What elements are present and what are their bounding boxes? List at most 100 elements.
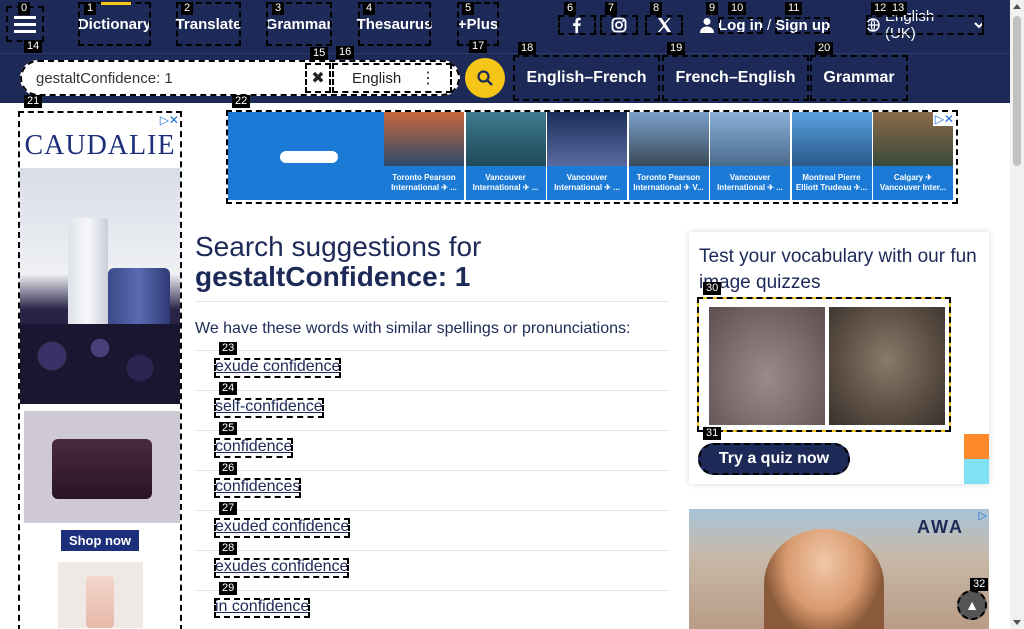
suggestion-link[interactable]: in confidence xyxy=(214,598,311,618)
video-ad-person xyxy=(764,529,884,629)
search-icon xyxy=(477,70,493,86)
page-scrollbar[interactable] xyxy=(1010,0,1024,629)
marker-tag: 9 xyxy=(706,2,719,15)
ad-destination-tile[interactable]: Vancouver International ✈ ... xyxy=(465,112,546,200)
scroll-up-arrow[interactable] xyxy=(1013,4,1021,9)
language-selector[interactable]: English (UK) xyxy=(866,8,984,42)
marker-tag: 25 xyxy=(219,422,238,435)
ad-choices-icon[interactable]: ▷✕ xyxy=(932,112,956,126)
suggestion-link[interactable]: confidence xyxy=(214,438,294,458)
menu-icon-bar xyxy=(14,15,36,19)
try-quiz-button[interactable]: Try a quiz now xyxy=(698,443,850,475)
facebook-icon xyxy=(573,17,581,33)
marker-tag: 14 xyxy=(24,40,43,53)
marker-tag: 19 xyxy=(667,42,686,55)
marker-tag: 20 xyxy=(815,42,834,55)
ad-destination-photo xyxy=(465,112,546,166)
ad-choices-icon[interactable]: ▷✕ xyxy=(160,113,179,127)
x-link[interactable] xyxy=(645,15,683,35)
video-ad[interactable]: AWA ▷ xyxy=(689,509,989,629)
search-button[interactable] xyxy=(465,58,505,98)
divider xyxy=(195,301,669,302)
scroll-to-top-button[interactable]: ▲ xyxy=(957,590,987,620)
ad-destination-tile[interactable]: Vancouver International ✈ ... xyxy=(547,112,627,200)
signup-link[interactable]: Sign up xyxy=(775,16,831,34)
login-link[interactable]: Log in xyxy=(718,16,763,34)
marker-tag: 8 xyxy=(650,2,663,15)
marker-tag: 32 xyxy=(970,578,989,591)
ad-destination-tile[interactable]: Montreal Pierre Elliott Trudeau ✈... xyxy=(791,112,872,200)
ad-choices-icon[interactable]: ▷ xyxy=(979,509,987,522)
marker-tag: 23 xyxy=(219,342,238,355)
page-heading: Search suggestions for gestaltConfidence… xyxy=(195,232,675,292)
ad-product-bottle xyxy=(68,218,108,328)
marker-tag: 2 xyxy=(181,2,194,15)
marker-tag: 12 xyxy=(871,2,890,15)
sublink-english-french[interactable]: English–French xyxy=(513,55,660,101)
marker-tag: 16 xyxy=(336,46,355,59)
ad-destination-tile[interactable]: Toronto Pearson International ✈ V... xyxy=(628,112,709,200)
ad-product-berries xyxy=(20,324,180,404)
marker-tag: 18 xyxy=(518,42,537,55)
marker-tag: 30 xyxy=(703,282,722,295)
marker-tag: 7 xyxy=(605,2,618,15)
heading-prefix: Search suggestions for xyxy=(195,231,482,262)
ad-destination-tile[interactable]: Toronto Pearson International ✈ ... xyxy=(384,112,464,200)
marker-tag: 29 xyxy=(219,582,238,595)
ad-product-jar xyxy=(108,268,170,328)
facebook-link[interactable] xyxy=(558,15,596,35)
sublink-french-english[interactable]: French–English xyxy=(662,55,809,101)
shop-now-button[interactable]: Shop now xyxy=(61,530,139,551)
widget-cyan[interactable] xyxy=(964,459,989,484)
sublink-grammar[interactable]: Grammar xyxy=(810,55,908,101)
ad-destination-tile[interactable]: Vancouver International ✈ ... xyxy=(710,112,790,200)
auth-separator: / xyxy=(767,16,772,34)
suggestion-link[interactable]: exuded confidence xyxy=(214,518,351,538)
quiz-image-link[interactable] xyxy=(697,297,951,432)
ad-destination-caption: Calgary ✈ Vancouver Inter... xyxy=(873,166,953,200)
globe-icon xyxy=(866,18,880,32)
quiz-title: Test your vocabulary with our fun image … xyxy=(699,246,977,293)
more-vertical-icon: ⋮ xyxy=(420,70,436,87)
ad-product-image xyxy=(20,168,180,404)
ad-logo-box xyxy=(228,112,384,200)
instagram-link[interactable] xyxy=(600,15,638,35)
marker-tag: 13 xyxy=(889,2,908,15)
divider xyxy=(195,430,669,431)
marker-tag: 27 xyxy=(219,502,238,515)
heading-query: gestaltConfidence: 1 xyxy=(195,261,471,292)
ad-destination-photo xyxy=(710,112,790,166)
chevron-down-icon xyxy=(974,22,984,29)
marker-tag: 10 xyxy=(728,2,747,15)
suggestion-link[interactable]: exude confidence xyxy=(214,358,342,378)
divider xyxy=(195,550,669,551)
ad-destination-caption: Vancouver International ✈ ... xyxy=(547,166,627,200)
x-icon xyxy=(657,18,671,32)
scrollbar-thumb[interactable] xyxy=(1013,16,1021,166)
search-input[interactable] xyxy=(36,68,316,88)
scroll-down-arrow[interactable] xyxy=(1013,620,1021,625)
ad-destination-caption: Vancouver International ✈ ... xyxy=(465,166,546,200)
widget-orange[interactable] xyxy=(964,434,989,459)
ad-destination-photo xyxy=(384,112,464,166)
suggestion-link[interactable]: confidences xyxy=(214,478,302,498)
marker-tag: 24 xyxy=(219,382,238,395)
divider xyxy=(195,350,669,351)
ad-destination-caption: Toronto Pearson International ✈ V... xyxy=(628,166,709,200)
left-ad[interactable]: ▷✕ CAUDALIE Shop now xyxy=(18,111,182,629)
auth-links: Log in / Sign up xyxy=(700,15,838,35)
marker-tag: 3 xyxy=(272,2,285,15)
suggestion-link[interactable]: self-confidence xyxy=(214,398,324,418)
top-banner-ad[interactable]: Toronto Pearson International ✈ ... Vanco… xyxy=(226,110,958,204)
ad-product-bottle xyxy=(86,576,114,628)
ad-product-image xyxy=(58,562,143,628)
dictionary-selector[interactable]: English ⋮ xyxy=(332,63,452,93)
marker-tag: 4 xyxy=(363,2,376,15)
clear-search-button[interactable]: ✖ xyxy=(305,63,331,93)
marker-tag: 28 xyxy=(219,542,238,555)
marker-tag: 15 xyxy=(310,47,329,60)
divider xyxy=(195,590,669,591)
suggestion-link[interactable]: exudes confidence xyxy=(214,558,350,578)
marker-tag: 5 xyxy=(462,2,475,15)
ad-destination-caption: Vancouver International ✈ ... xyxy=(710,166,790,200)
